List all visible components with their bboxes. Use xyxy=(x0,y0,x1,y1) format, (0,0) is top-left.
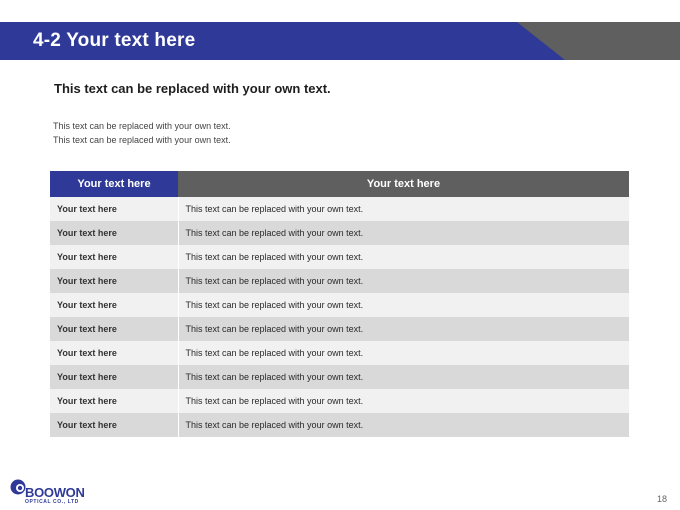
table-header-row: Your text here Your text here xyxy=(50,171,629,197)
table-row: Your text here This text can be replaced … xyxy=(50,365,629,389)
table-cell-label: Your text here xyxy=(50,245,179,269)
table-row: Your text here This text can be replaced … xyxy=(50,317,629,341)
table-cell-label: Your text here xyxy=(50,197,179,221)
table-body: Your text here This text can be replaced … xyxy=(50,197,629,437)
table-cell-text: This text can be replaced with your own … xyxy=(178,245,629,269)
table-cell-label: Your text here xyxy=(50,269,179,293)
table-row: Your text here This text can be replaced … xyxy=(50,413,629,437)
table-cell-text: This text can be replaced with your own … xyxy=(178,317,629,341)
table-row: Your text here This text can be replaced … xyxy=(50,293,629,317)
table-cell-text: This text can be replaced with your own … xyxy=(178,221,629,245)
table-cell-text: This text can be replaced with your own … xyxy=(178,269,629,293)
table-cell-label: Your text here xyxy=(50,389,179,413)
table-cell-text: This text can be replaced with your own … xyxy=(178,293,629,317)
description-line: This text can be replaced with your own … xyxy=(53,121,231,131)
table-header-left: Your text here xyxy=(50,171,178,197)
description: This text can be replaced with your own … xyxy=(53,119,231,147)
table-row: Your text here This text can be replaced … xyxy=(50,389,629,413)
table-cell-label: Your text here xyxy=(50,221,179,245)
table-cell-text: This text can be replaced with your own … xyxy=(178,389,629,413)
table-cell-label: Your text here xyxy=(50,293,179,317)
table-cell-label: Your text here xyxy=(50,413,179,437)
table-row: Your text here This text can be replaced … xyxy=(50,197,629,221)
table-cell-label: Your text here xyxy=(50,365,179,389)
table-row: Your text here This text can be replaced … xyxy=(50,341,629,365)
logo-subline: OPTICAL CO., LTD xyxy=(25,499,79,505)
table-cell-text: This text can be replaced with your own … xyxy=(178,197,629,221)
description-line: This text can be replaced with your own … xyxy=(53,135,231,145)
section-subtitle: This text can be replaced with your own … xyxy=(54,81,331,96)
table-header-right: Your text here xyxy=(178,171,629,197)
table-cell-label: Your text here xyxy=(50,317,179,341)
table-row: Your text here This text can be replaced … xyxy=(50,221,629,245)
table-cell-label: Your text here xyxy=(50,341,179,365)
content-table: Your text here Your text here Your text … xyxy=(50,171,629,437)
page-number: 18 xyxy=(656,494,667,504)
table-cell-text: This text can be replaced with your own … xyxy=(178,365,629,389)
table-row: Your text here This text can be replaced … xyxy=(50,269,629,293)
table-cell-text: This text can be replaced with your own … xyxy=(178,341,629,365)
table-cell-text: This text can be replaced with your own … xyxy=(178,413,629,437)
logo-name: BOOWON xyxy=(25,485,85,500)
page-title: 4-2 Your text here xyxy=(33,30,196,51)
table-row: Your text here This text can be replaced … xyxy=(50,245,629,269)
company-logo: BOOWON OPTICAL CO., LTD xyxy=(9,476,99,506)
